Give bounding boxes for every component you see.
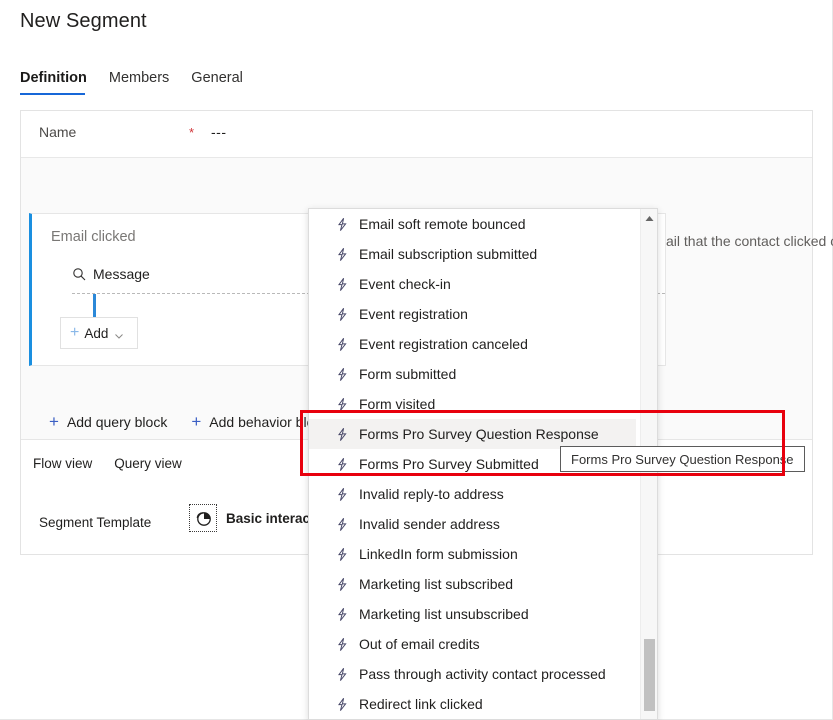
- dropdown-item-label: Event registration: [359, 306, 468, 322]
- lightning-bolt-icon: [335, 547, 350, 562]
- dropdown-item[interactable]: Invalid sender address: [309, 509, 636, 539]
- lightning-bolt-icon: [335, 277, 350, 292]
- block-description-text: ail that the contact clicked on: [666, 233, 833, 249]
- dropdown-item-label: Event check-in: [359, 276, 451, 292]
- message-label: Message: [93, 266, 150, 282]
- dropdown-item-label: Invalid reply-to address: [359, 486, 504, 502]
- page-title: New Segment: [20, 10, 147, 32]
- tooltip: Forms Pro Survey Question Response: [560, 446, 805, 472]
- dropdown-item-label: Pass through activity contact processed: [359, 666, 606, 682]
- segment-template-label: Segment Template: [39, 515, 152, 530]
- lightning-bolt-icon: [335, 517, 350, 532]
- dropdown-item[interactable]: Event registration: [309, 299, 636, 329]
- name-label: Name: [39, 124, 77, 140]
- lightning-bolt-icon: [335, 307, 350, 322]
- dropdown-item-label: Forms Pro Survey Submitted: [359, 456, 539, 472]
- dropdown-item-label: Event registration canceled: [359, 336, 528, 352]
- required-asterisk: *: [189, 125, 195, 140]
- add-query-block-label: Add query block: [66, 413, 168, 430]
- dropdown-item-label: Email soft remote bounced: [359, 216, 526, 232]
- lightning-bolt-icon: [335, 337, 350, 352]
- lightning-bolt-icon: [335, 427, 350, 442]
- dropdown-item-label: Out of email credits: [359, 636, 480, 652]
- lightning-bolt-icon: [335, 667, 350, 682]
- dropdown-item[interactable]: Out of email credits: [309, 629, 636, 659]
- plus-icon: +: [49, 412, 59, 431]
- dropdown-item-label: Email subscription submitted: [359, 246, 538, 262]
- message-field[interactable]: Message: [72, 266, 150, 282]
- add-button[interactable]: + Add: [60, 317, 138, 349]
- dropdown-item[interactable]: Marketing list unsubscribed: [309, 599, 636, 629]
- search-icon: [72, 267, 86, 281]
- name-input[interactable]: ---: [211, 124, 227, 140]
- plus-icon: +: [70, 324, 80, 341]
- dropdown-item[interactable]: Forms Pro Survey Question Response: [309, 419, 636, 449]
- tab-general[interactable]: General: [191, 70, 243, 95]
- plus-icon: +: [191, 412, 202, 431]
- dropdown-item-label: Forms Pro Survey Question Response: [359, 426, 599, 442]
- tab-members[interactable]: Members: [109, 70, 169, 95]
- chevron-down-icon[interactable]: [114, 328, 124, 339]
- pie-chart-icon: [189, 504, 217, 532]
- lightning-bolt-icon: [335, 577, 350, 592]
- lightning-bolt-icon: [335, 607, 350, 622]
- add-block-links: + Add query block + Add behavior block: [49, 413, 328, 430]
- dropdown-item[interactable]: Redirect link clicked: [309, 689, 636, 719]
- scroll-up-arrow-icon[interactable]: [641, 209, 657, 227]
- query-block-title: Email clicked: [51, 229, 136, 245]
- dropdown-item[interactable]: Pass through activity contact processed: [309, 659, 636, 689]
- lightning-bolt-icon: [335, 637, 350, 652]
- dropdown-item[interactable]: LinkedIn form submission: [309, 539, 636, 569]
- add-query-block-button[interactable]: + Add query block: [49, 413, 167, 430]
- dropdown-item[interactable]: Event registration canceled: [309, 329, 636, 359]
- tabstrip: Definition Members General: [20, 70, 243, 95]
- block-connector-line: [93, 294, 96, 318]
- lightning-bolt-icon: [335, 397, 350, 412]
- query-view-link[interactable]: Query view: [114, 456, 182, 471]
- lightning-bolt-icon: [335, 697, 350, 712]
- dropdown-item[interactable]: Email subscription submitted: [309, 239, 636, 269]
- dropdown-scrollbar-thumb[interactable]: [644, 639, 655, 711]
- dropdown-item-label: Marketing list subscribed: [359, 576, 514, 592]
- dropdown-item[interactable]: Email soft remote bounced: [309, 209, 636, 239]
- name-field-row: Name * ---: [21, 111, 812, 158]
- flow-view-link[interactable]: Flow view: [33, 456, 92, 471]
- lightning-bolt-icon: [335, 217, 350, 232]
- dropdown-item-label: Marketing list unsubscribed: [359, 606, 529, 622]
- dropdown-item[interactable]: Marketing list subscribed: [309, 569, 636, 599]
- lightning-bolt-icon: [335, 367, 350, 382]
- segment-editor-window: New Segment Definition Members General N…: [0, 0, 833, 720]
- add-button-label: Add: [84, 325, 109, 341]
- view-switcher: Flow view Query view: [33, 456, 182, 471]
- lightning-bolt-icon: [335, 457, 350, 472]
- lightning-bolt-icon: [335, 247, 350, 262]
- dropdown-item[interactable]: Event check-in: [309, 269, 636, 299]
- tab-definition[interactable]: Definition: [20, 70, 87, 95]
- tooltip-text: Forms Pro Survey Question Response: [571, 451, 794, 467]
- dropdown-item-label: Form submitted: [359, 366, 457, 382]
- dropdown-item-label: Redirect link clicked: [359, 696, 483, 712]
- dropdown-item-label: Form visited: [359, 396, 436, 412]
- dropdown-item-label: LinkedIn form submission: [359, 546, 518, 562]
- dropdown-item[interactable]: Form submitted: [309, 359, 636, 389]
- lightning-bolt-icon: [335, 487, 350, 502]
- dropdown-item[interactable]: Form visited: [309, 389, 636, 419]
- dropdown-item-label: Invalid sender address: [359, 516, 500, 532]
- dropdown-item[interactable]: Invalid reply-to address: [309, 479, 636, 509]
